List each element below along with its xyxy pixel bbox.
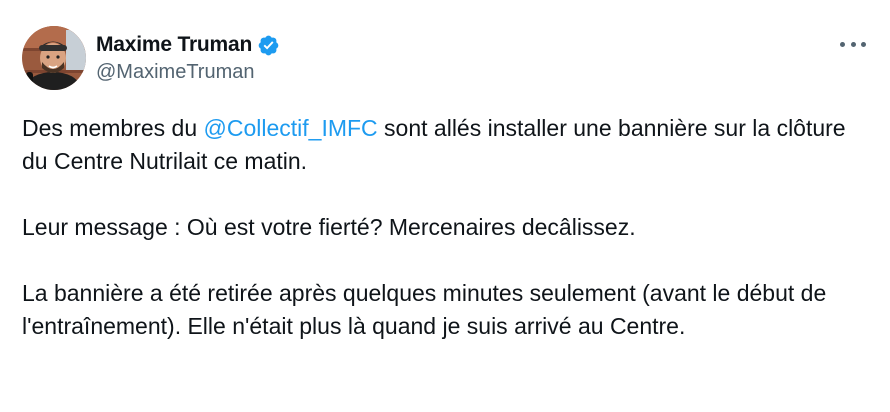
verified-badge-icon[interactable]: [257, 34, 280, 57]
tweet-paragraph: Des membres du @Collectif_IMFC sont allé…: [22, 112, 872, 178]
mention-link[interactable]: @Collectif_IMFC: [204, 115, 378, 141]
tweet-paragraph: La bannière a été retirée après quelques…: [22, 280, 827, 339]
more-options-icon[interactable]: [840, 38, 866, 50]
avatar-image: [22, 26, 86, 90]
more-dot-icon: [861, 41, 866, 47]
tweet-text-segment: Des membres du: [22, 115, 204, 141]
display-name[interactable]: Maxime Truman: [96, 33, 252, 57]
tweet-text: Des membres du @Collectif_IMFC sont allé…: [22, 112, 872, 343]
user-handle[interactable]: @MaximeTruman: [96, 61, 280, 84]
more-dot-icon: [850, 41, 856, 47]
name-row: Maxime Truman: [96, 32, 280, 58]
tweet-header: Maxime Truman @MaximeTruman: [22, 26, 280, 90]
user-info: Maxime Truman @MaximeTruman: [96, 26, 280, 84]
more-dot-icon: [840, 41, 845, 47]
avatar[interactable]: [22, 26, 86, 90]
tweet-paragraph: Leur message : Où est votre fierté? Merc…: [22, 214, 636, 240]
tweet-card: Maxime Truman @MaximeTruman Des membres …: [0, 0, 890, 412]
